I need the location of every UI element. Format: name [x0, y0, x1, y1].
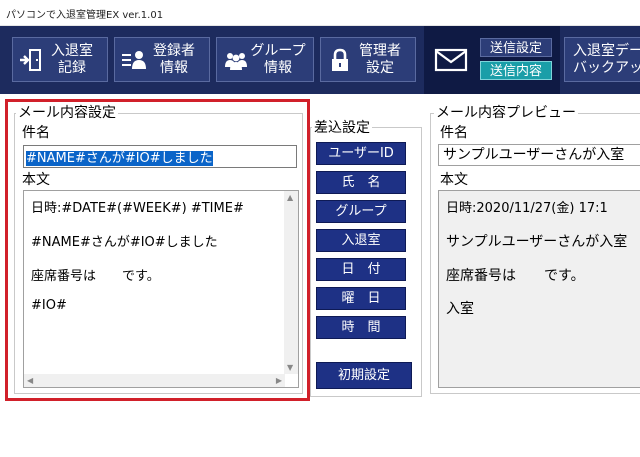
- body-line: 日時:#DATE#(#WEEK#) #TIME#: [31, 201, 244, 216]
- preview-body-line: 日時:2020/11/27(金) 17:1: [446, 201, 608, 216]
- preview-body-line: 座席番号は です。: [446, 268, 585, 284]
- admin-settings-label-2: 設定: [366, 60, 394, 76]
- body-line: 座席番号は です。: [31, 269, 160, 284]
- mail-section: 送信設定 送信内容: [424, 26, 560, 94]
- body-label: 本文: [22, 172, 50, 188]
- registrant-info-label-2: 情報: [160, 60, 188, 76]
- preview-subject-field: サンプルユーザーさんが入室: [438, 144, 640, 166]
- insert-group-button[interactable]: グループ: [316, 200, 406, 223]
- send-settings-tab[interactable]: 送信設定: [480, 38, 552, 57]
- backup-label-2: バックアッ: [573, 60, 640, 76]
- insert-user-id-button[interactable]: ユーザーID: [316, 142, 406, 165]
- envelope-icon: [434, 48, 468, 72]
- body-line: #NAME#さんが#IO#しました: [31, 235, 218, 250]
- group-info-label-2: 情報: [264, 60, 292, 76]
- preview-title: メール内容プレビュー: [434, 105, 578, 121]
- scroll-left-icon: ◀: [27, 376, 34, 385]
- registrant-info-button[interactable]: 登録者 情報: [114, 37, 210, 82]
- entry-record-label-2: 記録: [58, 60, 86, 76]
- admin-settings-label-1: 管理者: [359, 43, 401, 59]
- scroll-right-icon: ▶: [275, 376, 282, 385]
- mail-settings-title: メール内容設定: [16, 105, 118, 121]
- backup-label-1: 入退室デー: [573, 43, 640, 59]
- registrant-info-label-1: 登録者: [153, 43, 195, 59]
- entry-record-label-1: 入退室: [51, 43, 93, 59]
- insert-name-button[interactable]: 氏 名: [316, 171, 406, 194]
- send-content-tab[interactable]: 送信内容: [480, 61, 552, 80]
- preview-body-line: 入室: [446, 301, 474, 317]
- subject-label: 件名: [22, 125, 50, 141]
- body-horizontal-scrollbar[interactable]: ◀ ▶: [24, 374, 285, 387]
- insert-weekday-button[interactable]: 曜 日: [316, 287, 406, 310]
- body-line: #IO#: [31, 298, 67, 313]
- subject-input[interactable]: #NAME#さんが#IO#しました: [23, 145, 297, 168]
- insert-settings-title: 差込設定: [312, 120, 372, 136]
- insert-date-button[interactable]: 日 付: [316, 258, 406, 281]
- door-exit-icon: [20, 49, 41, 71]
- insert-entry-exit-button[interactable]: 入退室: [316, 229, 406, 252]
- subject-value: #NAME#さんが#IO#しました: [26, 151, 213, 166]
- scroll-down-icon: ▼: [287, 363, 294, 372]
- backup-button[interactable]: 入退室デー バックアッ: [564, 37, 640, 82]
- window-titlebar: パソコンで入退室管理EX ver.1.01: [0, 0, 640, 26]
- group-info-button[interactable]: グループ 情報: [216, 37, 314, 82]
- group-info-label-1: グループ: [250, 43, 306, 59]
- body-vertical-scrollbar[interactable]: ▲ ▼: [284, 191, 298, 374]
- padlock-icon: [332, 48, 348, 71]
- preview-body-label: 本文: [440, 172, 468, 188]
- preview-subject-label: 件名: [440, 125, 468, 141]
- scroll-up-icon: ▲: [287, 193, 294, 202]
- preview-body-area: 日時:2020/11/27(金) 17:1 サンプルユーザーさんが入室 座席番号…: [438, 190, 640, 388]
- group-people-icon: [225, 53, 247, 70]
- main-content: メール内容設定 件名 #NAME#さんが#IO#しました 本文 日時:#DATE…: [0, 94, 640, 457]
- reset-defaults-button[interactable]: 初期設定: [316, 362, 412, 389]
- body-textarea[interactable]: 日時:#DATE#(#WEEK#) #TIME# #NAME#さんが#IO#しま…: [23, 190, 299, 388]
- insert-time-button[interactable]: 時 間: [316, 316, 406, 339]
- preview-body-line: サンプルユーザーさんが入室: [446, 234, 628, 250]
- admin-settings-button[interactable]: 管理者 設定: [320, 37, 416, 82]
- entry-record-button[interactable]: 入退室 記録: [12, 37, 108, 82]
- window-title: パソコンで入退室管理EX ver.1.01: [6, 10, 164, 21]
- id-card-icon: [122, 51, 146, 69]
